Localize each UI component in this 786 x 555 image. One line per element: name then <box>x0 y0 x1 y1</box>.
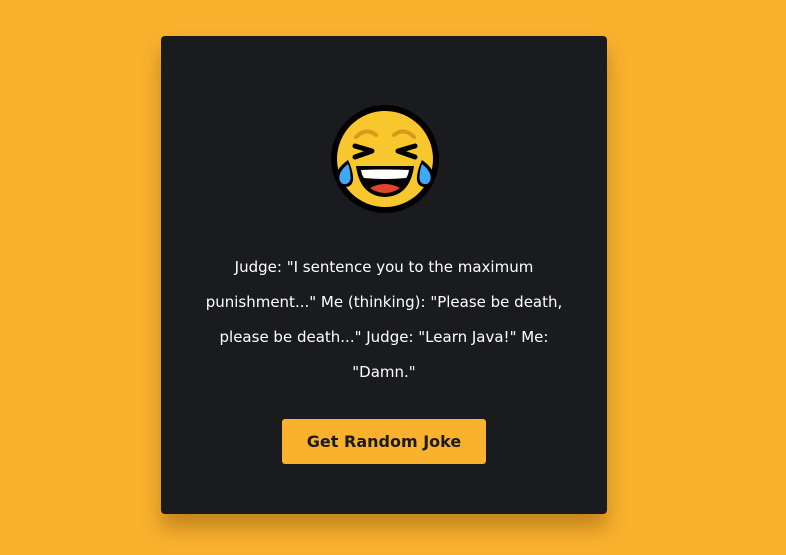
joke-card: Judge: "I sentence you to the maximum pu… <box>161 36 607 514</box>
face-with-tears-of-joy-icon <box>326 100 444 218</box>
joke-text: Judge: "I sentence you to the maximum pu… <box>205 258 563 381</box>
get-random-joke-button[interactable]: Get Random Joke <box>282 419 486 464</box>
